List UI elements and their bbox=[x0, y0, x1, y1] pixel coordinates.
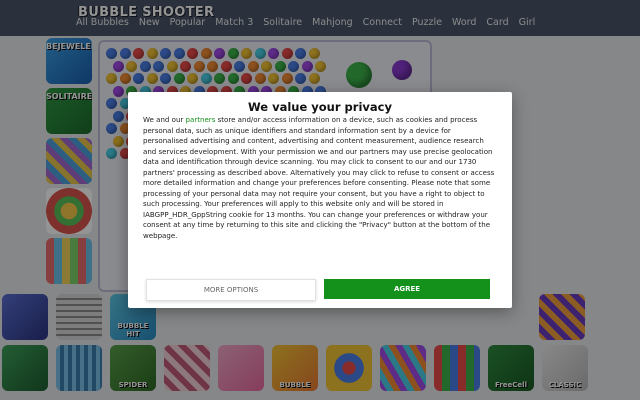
agree-button[interactable]: AGREE bbox=[324, 279, 490, 299]
dialog-body: We and our partners store and/or access … bbox=[143, 115, 497, 242]
privacy-dialog: We value your privacy We and our partner… bbox=[128, 92, 512, 308]
partners-link[interactable]: partners bbox=[186, 115, 216, 124]
more-options-button[interactable]: MORE OPTIONS bbox=[146, 279, 316, 301]
dialog-text-rest: store and/or access information on a dev… bbox=[143, 115, 495, 241]
dialog-text-start: We and our bbox=[143, 115, 186, 124]
dialog-title: We value your privacy bbox=[248, 100, 392, 114]
